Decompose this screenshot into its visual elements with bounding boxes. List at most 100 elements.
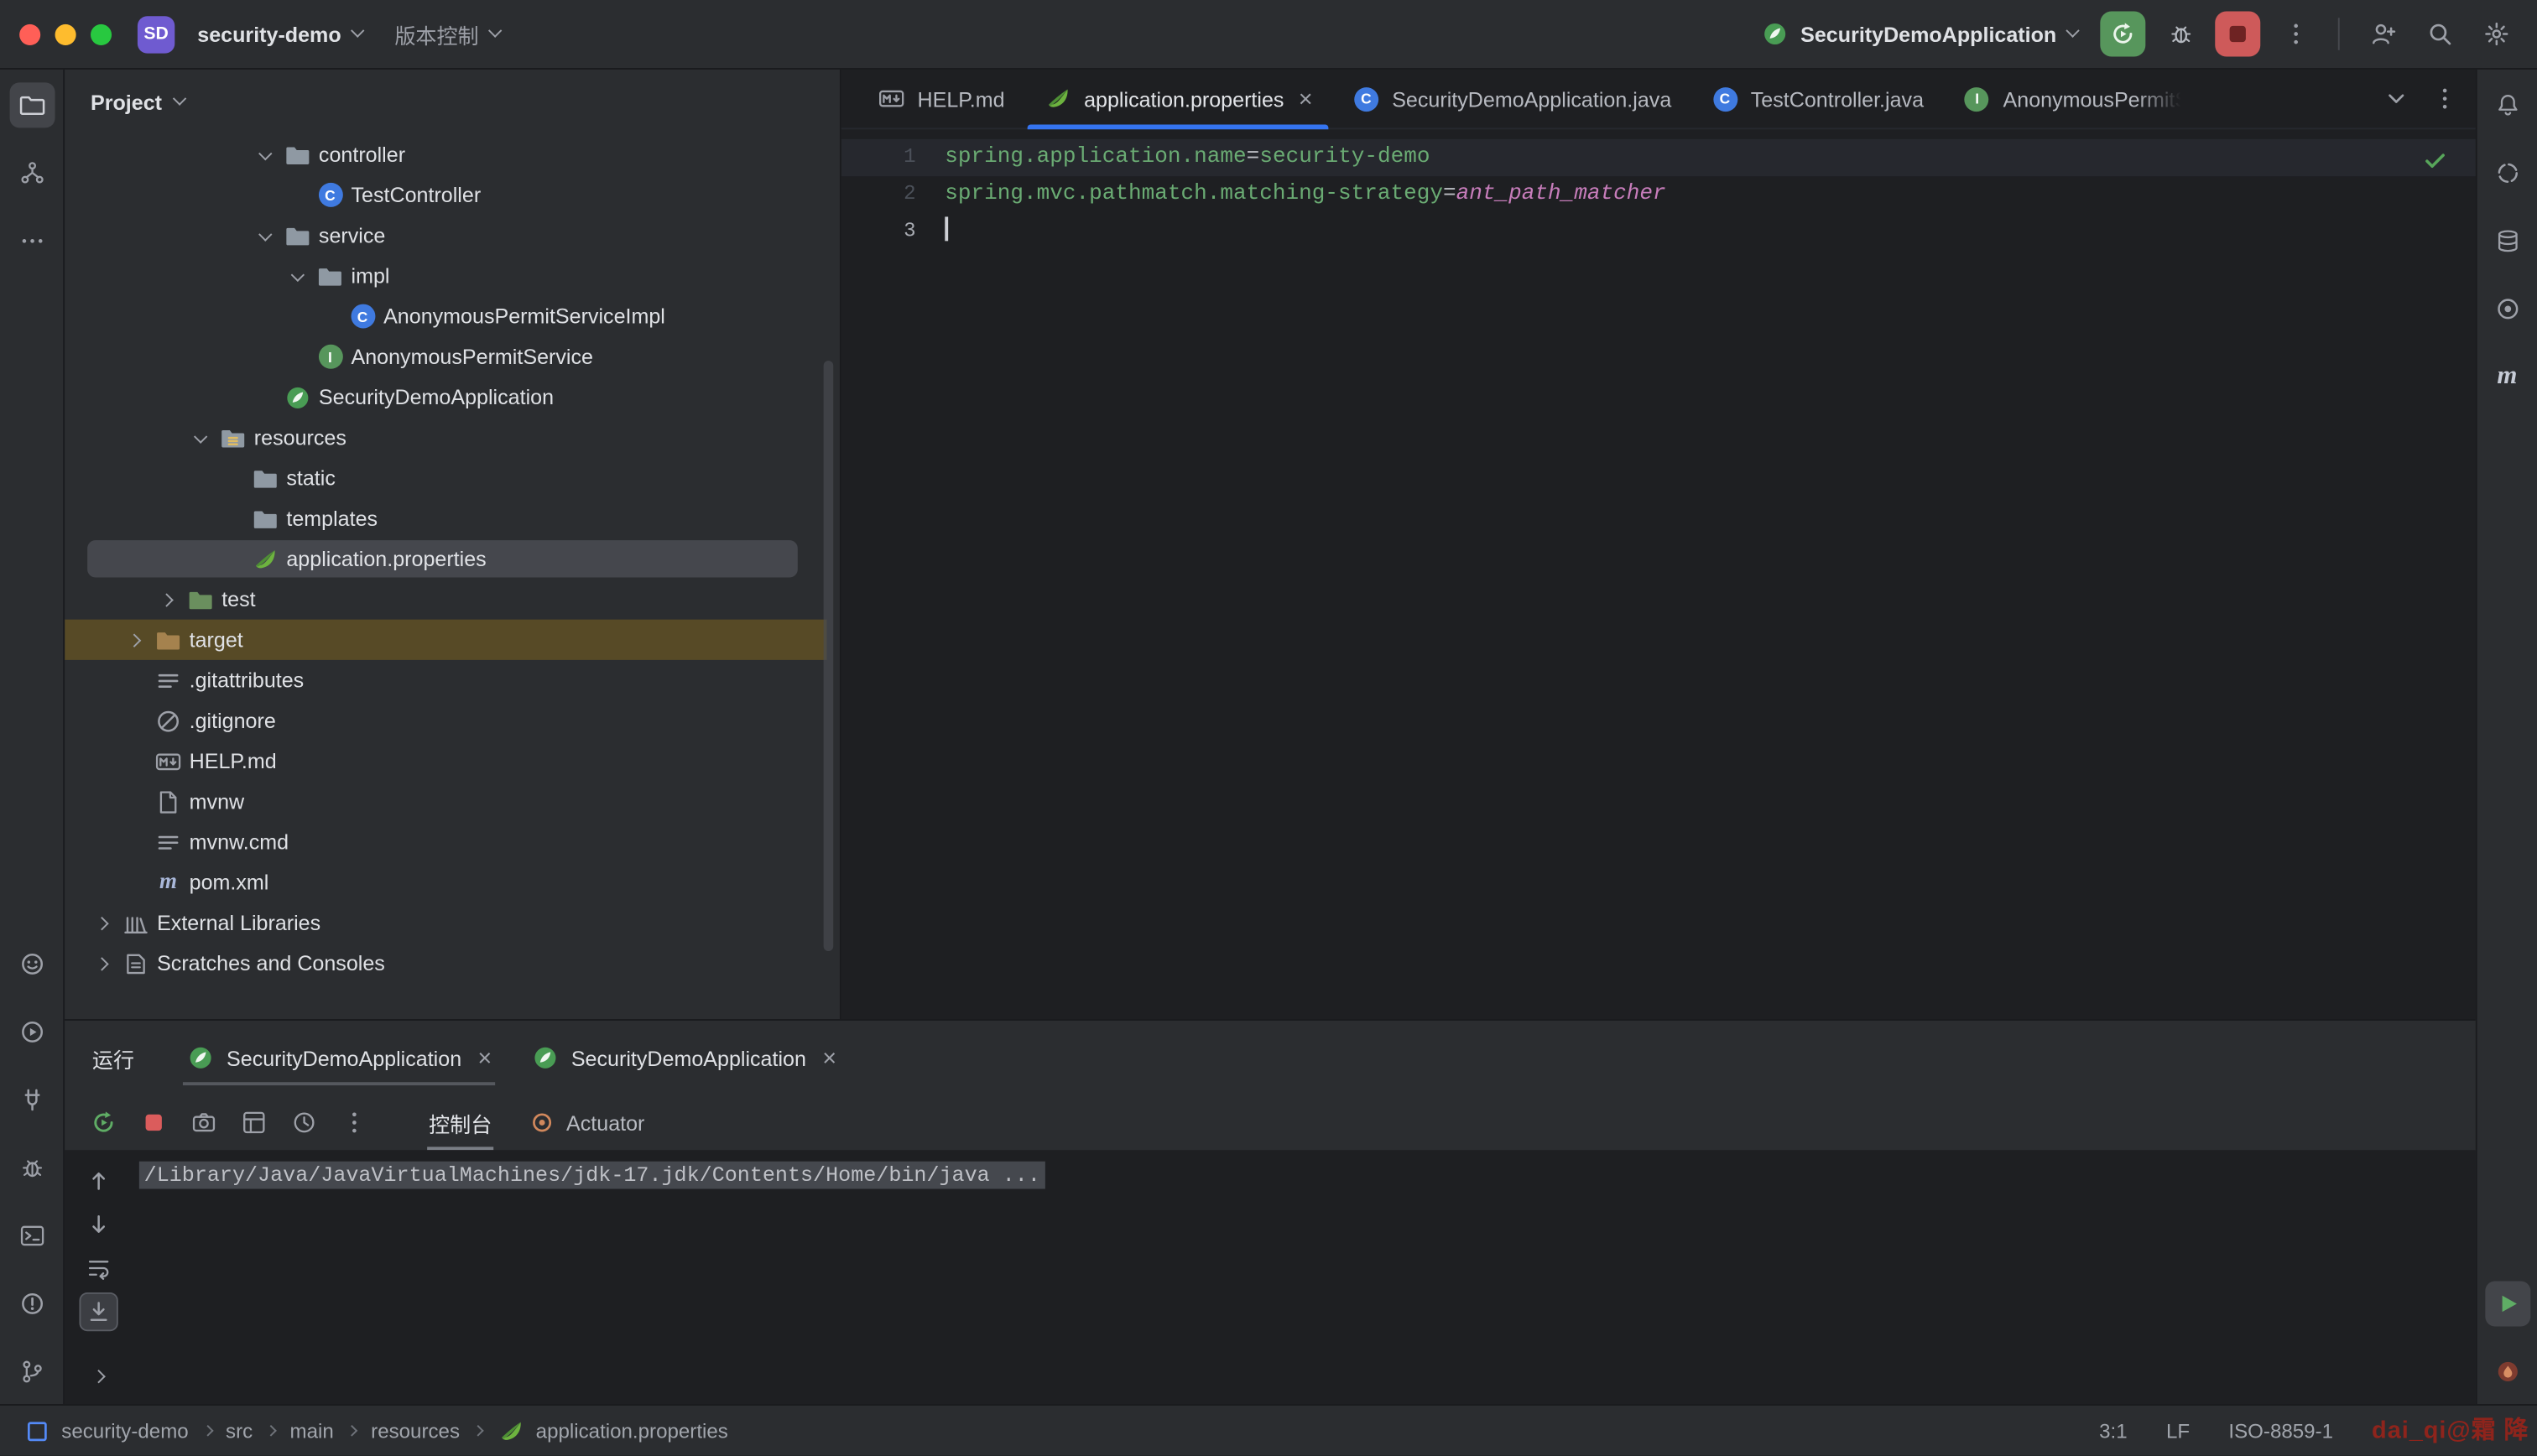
console-output[interactable]: /Library/Java/JavaVirtualMachines/jdk-17… [139,1150,2476,1187]
notifications-toolwindow-button[interactable] [2484,82,2529,127]
project-tree-scrollbar[interactable] [824,361,834,951]
debug-button[interactable] [2159,12,2202,55]
line-number[interactable]: 2 [841,176,945,213]
services-toolwindow-button[interactable] [9,941,55,986]
project-selector[interactable]: security-demo [188,15,372,52]
run-green-toolwindow-button[interactable] [2484,1281,2529,1326]
console[interactable]: /Library/Java/JavaVirtualMachines/jdk-17… [65,1150,2476,1404]
tree-item-gitattributes[interactable]: .gitattributes [65,660,840,700]
more-actions-button[interactable] [2274,12,2317,55]
tree-item-external-libraries[interactable]: External Libraries [65,902,840,943]
tab-testcontroller-java[interactable]: CTestController.java [1690,70,1943,127]
caret-position-widget[interactable]: 3:1 [2099,1419,2128,1442]
problems-toolwindow-button[interactable] [9,1281,55,1326]
chevron-right-icon[interactable] [152,579,185,619]
console-tab-[interactable]: 控制台 [411,1095,510,1151]
console-tab-actuator[interactable]: Actuator [510,1095,663,1151]
tree-item-testcontroller[interactable]: CTestController [65,174,840,215]
rerun-button[interactable] [84,1103,122,1141]
git-toolwindow-button[interactable] [9,1349,55,1394]
chevron-down-icon[interactable] [249,216,282,256]
tree-item-gitignore[interactable]: .gitignore [65,700,840,741]
restore-button[interactable] [235,1103,273,1141]
tree-item-service[interactable]: service [65,216,840,256]
tab-anonymouspermitservice-java[interactable]: IAnonymousPermitService.java [1943,70,2201,127]
prev-occurrence-button[interactable] [81,1163,116,1199]
minimize-window-button[interactable] [55,23,76,44]
tree-item-securitydemoapplication[interactable]: SecurityDemoApplication [65,377,840,417]
run-toolwindow-button[interactable] [9,1009,55,1054]
scroll-to-end-button[interactable] [81,1294,116,1329]
more-v-button[interactable] [335,1103,373,1141]
breadcrumb-resources[interactable]: resources [371,1419,460,1442]
tab-securitydemoapplication-java[interactable]: CSecurityDemoApplication.java [1332,70,1691,127]
code-with-me-button[interactable] [2361,12,2404,55]
project-panel-header[interactable]: Project [65,70,840,134]
structure-toolwindow-button[interactable] [9,150,55,195]
chevron-right-icon[interactable] [120,620,153,660]
database-toolwindow-button[interactable] [2484,218,2529,263]
editor[interactable]: 123 spring.application.name=security-dem… [841,129,2476,1019]
close-tab-icon[interactable]: × [477,1046,492,1070]
tab-application-properties[interactable]: application.properties× [1024,70,1332,127]
line-separator-widget[interactable]: LF [2166,1419,2190,1442]
line-number[interactable]: 1 [841,139,945,176]
hidden-tabs-button[interactable] [2382,84,2411,113]
tree-item-mvnw-cmd[interactable]: mvnw.cmd [65,822,840,862]
endpoints-toolwindow-button[interactable] [9,1077,55,1122]
soft-wrap-button[interactable] [81,1251,116,1286]
chevron-right-icon[interactable] [87,902,120,943]
chevron-down-icon[interactable] [249,134,282,174]
settings-button[interactable] [2474,12,2518,55]
tab-options-button[interactable] [2430,84,2460,113]
project-folder-toolwindow-button[interactable] [9,82,55,127]
zoom-window-button[interactable] [91,23,112,44]
stop-button[interactable] [134,1103,173,1141]
tree-item-pom-xml[interactable]: mpom.xml [65,862,840,902]
tree-item-resources[interactable]: resources [65,418,840,458]
search-everywhere-button[interactable] [2417,12,2461,55]
run-button[interactable] [2100,12,2145,57]
camera-button[interactable] [185,1103,223,1141]
run-config-selector[interactable]: SecurityDemoApplication [1750,13,2087,55]
encoding-widget[interactable]: ISO-8859-1 [2228,1419,2333,1442]
stop-button[interactable] [2215,12,2260,57]
tab-help-md[interactable]: HELP.md [857,70,1024,127]
tree-item-test[interactable]: test [65,579,840,619]
terminal-toolwindow-button[interactable] [9,1213,55,1258]
tree-item-static[interactable]: static [65,458,840,498]
breadcrumb-src[interactable]: src [226,1419,253,1442]
console-line[interactable]: /Library/Java/JavaVirtualMachines/jdk-17… [139,1162,1045,1189]
tree-item-controller[interactable]: controller [65,134,840,174]
close-window-button[interactable] [19,23,40,44]
tree-item-anonymouspermitserviceimpl[interactable]: CAnonymousPermitServiceImpl [65,296,840,336]
tree-item-impl[interactable]: impl [65,256,840,296]
chevron-down-icon[interactable] [185,418,217,458]
line-number[interactable]: 3 [841,214,945,251]
breadcrumb-security-demo[interactable]: security-demo [23,1416,189,1445]
close-tab-icon[interactable]: × [1299,86,1313,111]
dependencies-toolwindow-button[interactable] [2484,150,2529,195]
history-button[interactable] [284,1103,323,1141]
expand-console-toolbar-button[interactable] [81,1359,116,1394]
chevron-right-icon[interactable] [87,943,120,983]
debug-toolwindow-button[interactable] [9,1145,55,1190]
more-toolwindow-button[interactable] [9,218,55,263]
maven-toolwindow-button[interactable]: m [2484,354,2529,399]
breadcrumb-application-properties[interactable]: application.properties [497,1416,727,1445]
run-tab-1[interactable]: SecurityDemoApplication× [167,1021,512,1095]
vcs-selector[interactable]: 版本控制 [385,12,510,55]
run-tab-2[interactable]: SecurityDemoApplication× [511,1021,856,1095]
inspections-ok-icon[interactable] [2420,146,2450,175]
profiler-toolwindow-button[interactable] [2484,1349,2529,1394]
tree-item-target[interactable]: target [65,620,840,660]
tree-item-anonymouspermitservice[interactable]: IAnonymousPermitService [65,336,840,377]
bean-toolwindow-button[interactable] [2484,286,2529,331]
next-occurrence-button[interactable] [81,1207,116,1242]
chevron-down-icon[interactable] [282,256,315,296]
breadcrumb-main[interactable]: main [290,1419,334,1442]
tree-item-help-md[interactable]: HELP.md [65,741,840,781]
tree-item-scratches-and-consoles[interactable]: Scratches and Consoles [65,943,840,983]
project-badge[interactable]: SD [138,15,175,52]
tree-item-templates[interactable]: templates [65,498,840,538]
